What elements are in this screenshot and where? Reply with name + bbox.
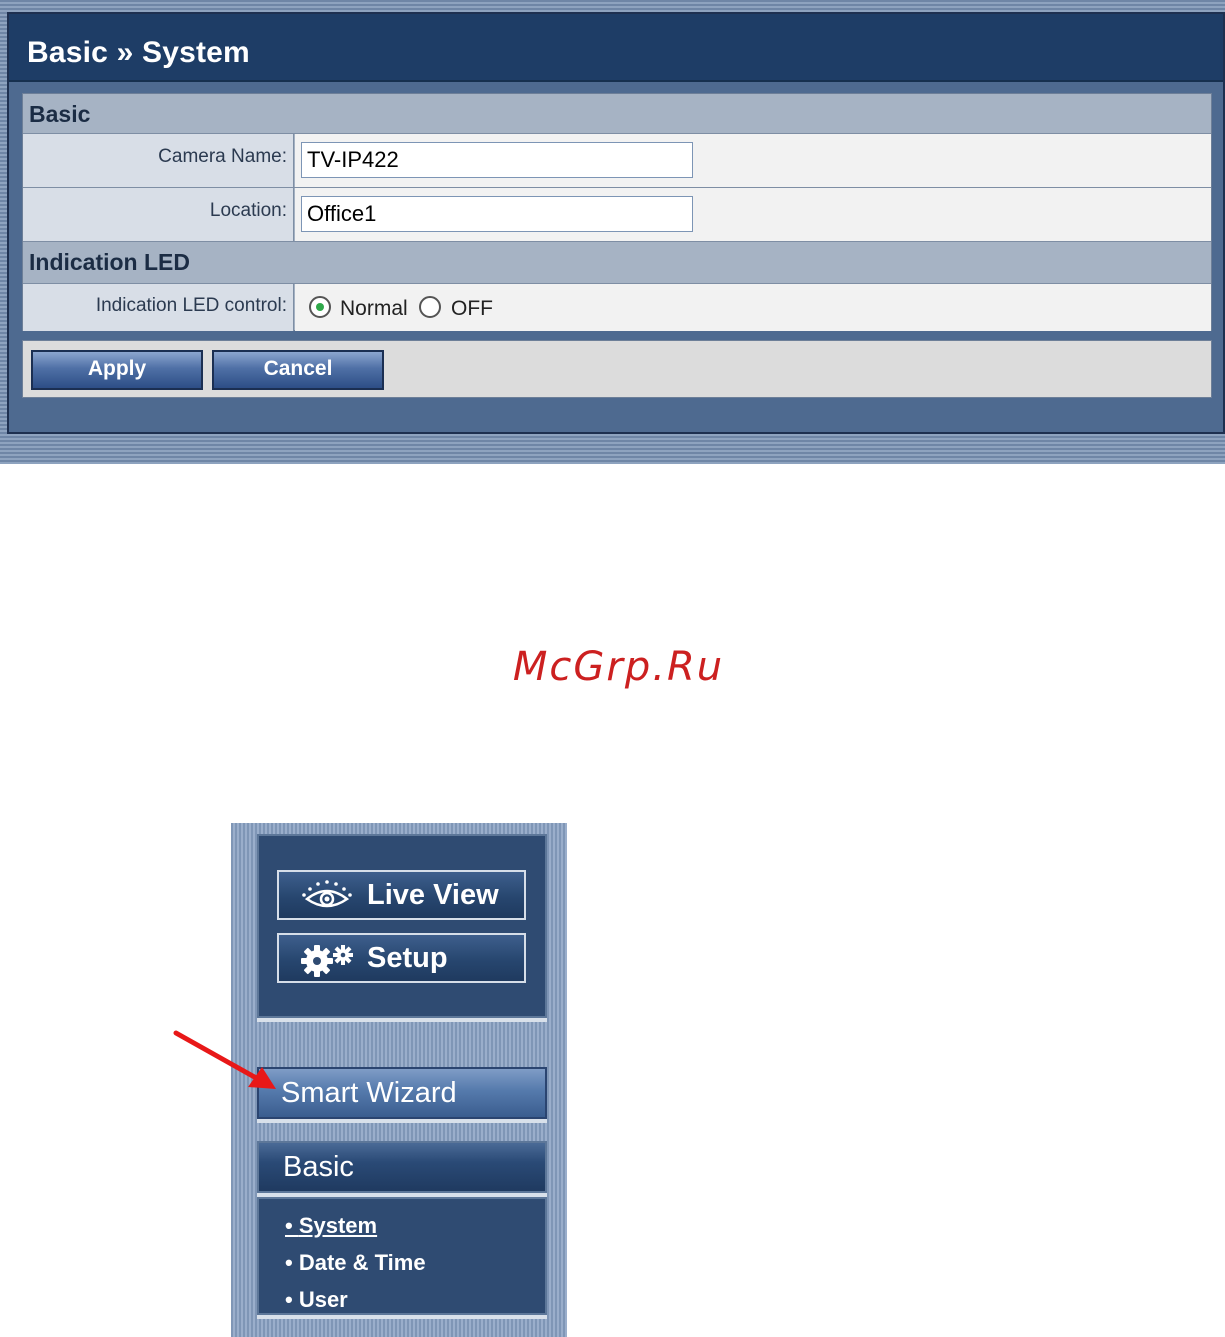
gear-icon [301, 945, 353, 977]
apply-button[interactable]: Apply [31, 350, 203, 390]
led-off-label[interactable]: OFF [451, 297, 493, 321]
location-label-cell: Location: [23, 188, 294, 241]
led-control-label: Indication LED control: [95, 295, 287, 316]
cancel-button[interactable]: Cancel [212, 350, 384, 390]
location-value-cell [295, 188, 1211, 241]
basic-menu-header[interactable]: Basic [257, 1141, 547, 1193]
led-off-radio[interactable] [419, 296, 441, 318]
basic-menu-label: Basic [283, 1151, 354, 1183]
setup-label: Setup [367, 942, 448, 974]
button-bar: Apply Cancel [22, 340, 1212, 398]
system-settings-panel: Basic » System Basic Camera Name: Locati… [0, 0, 1225, 464]
eye-icon [302, 880, 352, 908]
led-control-label-cell: Indication LED control: [23, 284, 294, 331]
led-control-value-cell: Normal OFF [295, 284, 1211, 331]
main-nav-box: Live View Setup [257, 834, 547, 1018]
camera-name-label-cell: Camera Name: [23, 134, 294, 187]
setup-button[interactable]: Setup [277, 933, 526, 983]
camera-name-label: Camera Name: [158, 146, 287, 167]
led-normal-label[interactable]: Normal [340, 297, 408, 321]
location-input[interactable] [301, 196, 693, 232]
location-label: Location: [209, 200, 287, 221]
camera-name-value-cell [295, 134, 1211, 187]
live-view-label: Live View [367, 879, 499, 911]
led-control-row: Indication LED control: Normal OFF [23, 284, 1211, 331]
smart-wizard-label: Smart Wizard [281, 1077, 457, 1109]
camera-name-row: Camera Name: [23, 134, 1211, 188]
smart-wizard-button[interactable]: Smart Wizard [257, 1067, 547, 1119]
settings-form: Basic Camera Name: Location: Indication … [22, 93, 1212, 331]
live-view-button[interactable]: Live View [277, 870, 526, 920]
submenu-item-date-time[interactable]: • Date & Time [285, 1250, 426, 1276]
watermark: McGrp.Ru [512, 644, 725, 690]
section-header-indication-led: Indication LED [23, 242, 1211, 284]
led-normal-radio[interactable] [309, 296, 331, 318]
red-arrow-annotation [173, 1030, 276, 1089]
basic-submenu: • System • Date & Time • User [257, 1197, 547, 1315]
title-bar: Basic » System [9, 14, 1223, 82]
section-header-basic: Basic [23, 94, 1211, 134]
page-title: Basic » System [27, 36, 250, 69]
submenu-item-system[interactable]: • System [285, 1213, 377, 1239]
sidebar: Live View Setup Smart Wizard Basic • Sys… [231, 823, 567, 1337]
settings-frame: Basic » System Basic Camera Name: Locati… [7, 12, 1225, 434]
camera-name-input[interactable] [301, 142, 693, 178]
submenu-item-user[interactable]: • User [285, 1287, 348, 1313]
location-row: Location: [23, 188, 1211, 242]
